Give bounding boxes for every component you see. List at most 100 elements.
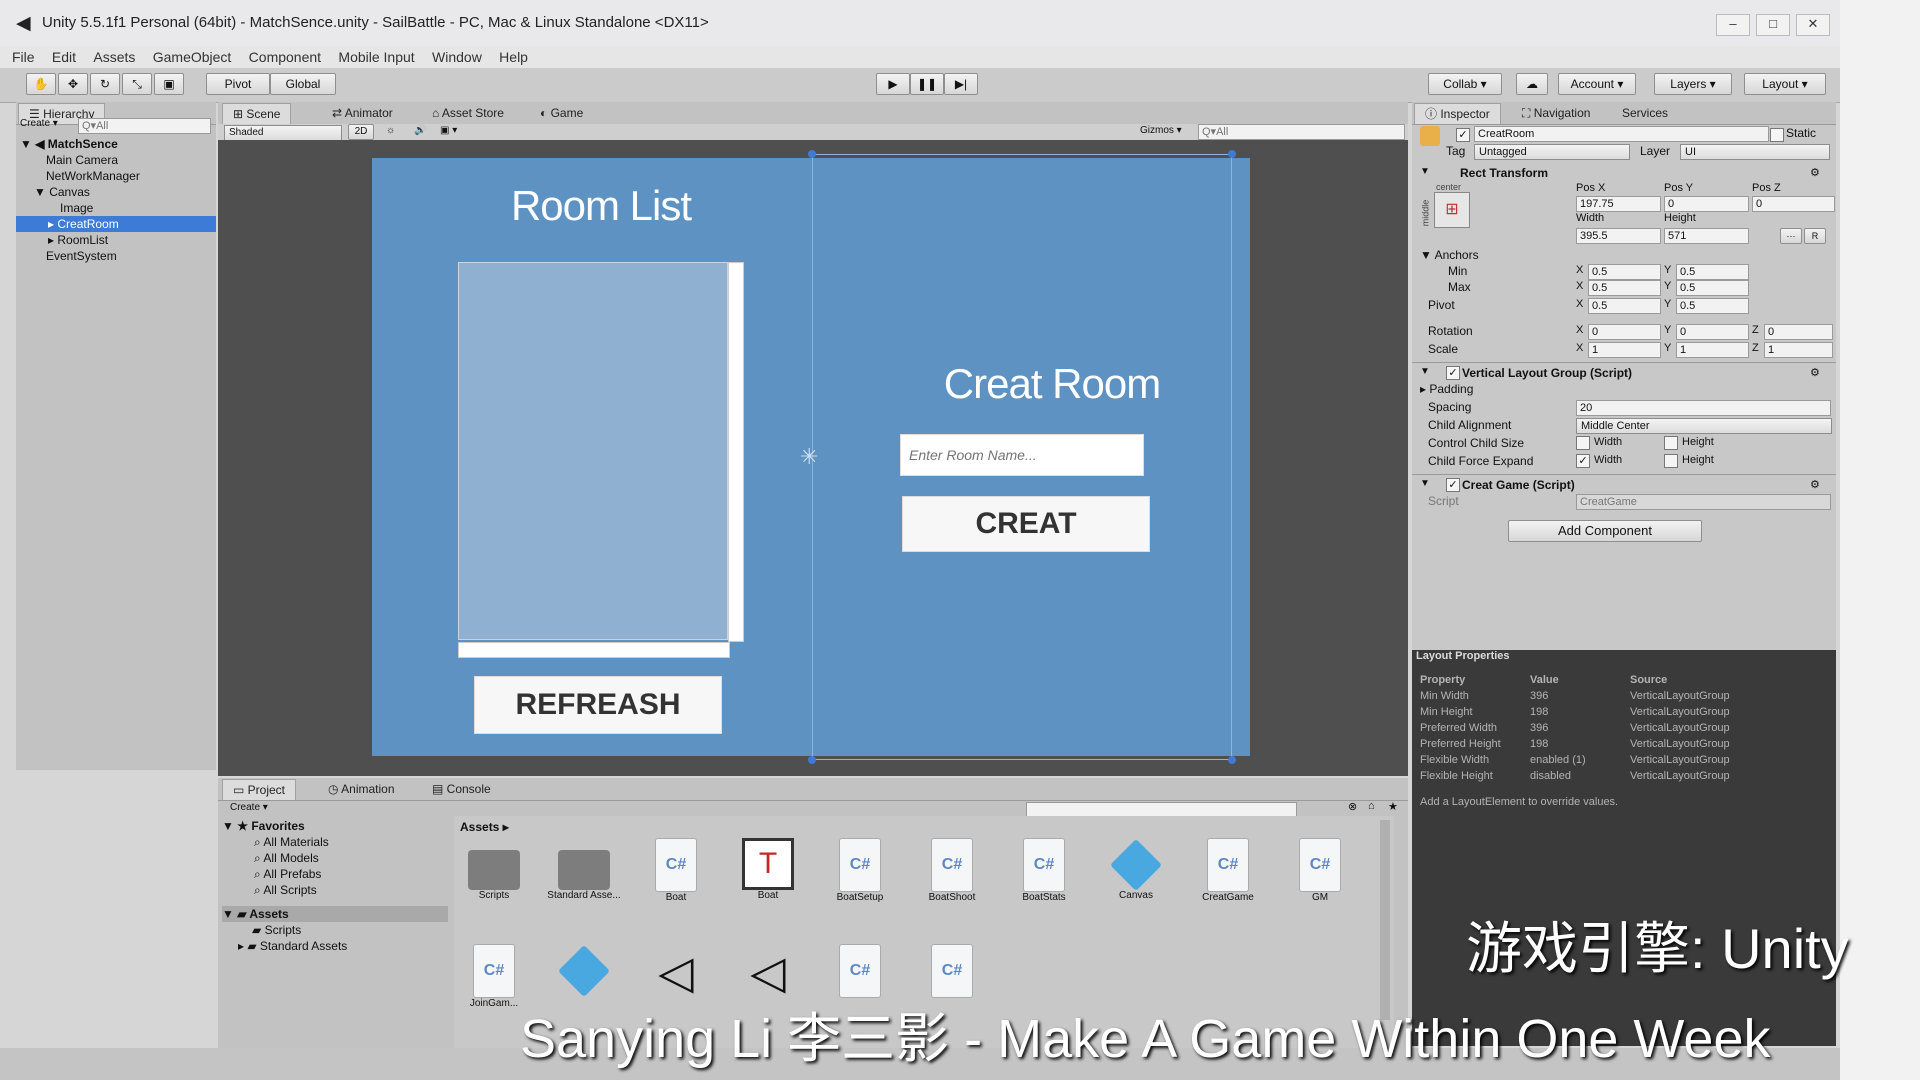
favorite-item[interactable]: ⌕ All Prefabs xyxy=(254,866,321,882)
menu-window[interactable]: Window xyxy=(432,46,482,68)
move-tool-icon[interactable]: ✥ xyxy=(58,73,88,95)
room-list-scrollview[interactable] xyxy=(458,262,728,640)
rotation-z-field[interactable]: 0 xyxy=(1764,324,1833,340)
rotation-y-field[interactable]: 0 xyxy=(1676,324,1749,340)
hier-item-main-camera[interactable]: Main Camera xyxy=(46,152,118,168)
shading-dropdown[interactable]: Shaded xyxy=(224,125,342,141)
raw-edit-button[interactable]: R xyxy=(1804,228,1826,244)
menu-component[interactable]: Component xyxy=(249,46,321,68)
favorite-item[interactable]: ⌕ All Scripts xyxy=(254,882,317,898)
pos-y-field[interactable]: 0 xyxy=(1664,196,1749,212)
blueprint-mode-button[interactable]: ⋯ xyxy=(1780,228,1802,244)
project-create-button[interactable]: Create ▾ xyxy=(230,802,268,813)
asset-item[interactable]: ◁ xyxy=(728,944,808,1000)
filter-by-type-icon[interactable]: ⊗ xyxy=(1348,800,1357,813)
close-button[interactable]: ✕ xyxy=(1796,14,1830,36)
tab-scene[interactable]: ⊞ Scene xyxy=(222,103,292,124)
object-name-field[interactable]: CreatRoom xyxy=(1474,126,1769,142)
filter-by-label-icon[interactable]: ⌂ xyxy=(1368,800,1375,812)
menu-help[interactable]: Help xyxy=(499,46,528,68)
rect-tool-icon[interactable]: ▣ xyxy=(154,73,184,95)
anchor-min-y-field[interactable]: 0.5 xyxy=(1676,264,1749,280)
hier-item-eventsystem[interactable]: EventSystem xyxy=(46,248,117,264)
favorite-item[interactable]: ⌕ All Materials xyxy=(254,834,329,850)
favorite-search-icon[interactable]: ★ xyxy=(1388,800,1398,813)
mode-2d-toggle[interactable]: 2D xyxy=(348,124,374,140)
minimize-button[interactable]: – xyxy=(1716,14,1750,36)
cloud-icon[interactable]: ☁ xyxy=(1516,73,1548,95)
asset-breadcrumb[interactable]: Assets ▸ xyxy=(460,820,509,834)
pos-z-field[interactable]: 0 xyxy=(1752,196,1835,212)
hierarchy-search-input[interactable] xyxy=(78,118,211,134)
add-component-button[interactable]: Add Component xyxy=(1508,520,1702,542)
pos-x-field[interactable]: 197.75 xyxy=(1576,196,1661,212)
tab-animation[interactable]: ◷ Animation xyxy=(318,779,405,799)
asset-item[interactable]: Canvas xyxy=(1096,838,1176,901)
step-button[interactable]: ▶| xyxy=(944,73,978,95)
assets-root-folder[interactable]: ▼ ▰ Assets xyxy=(222,906,448,922)
audio-icon[interactable]: 🔊 xyxy=(414,125,426,136)
spacing-field[interactable]: 20 xyxy=(1576,400,1831,416)
creatgame-foldout-icon[interactable]: ▼ xyxy=(1420,478,1430,489)
height-field[interactable]: 571 xyxy=(1664,228,1749,244)
asset-item[interactable]: C# GM xyxy=(1280,838,1360,903)
rotation-x-field[interactable]: 0 xyxy=(1588,324,1661,340)
menu-gameobject[interactable]: GameObject xyxy=(153,46,232,68)
selection-handle-bottom-left[interactable] xyxy=(808,756,816,764)
asset-item[interactable]: T Boat xyxy=(728,838,808,901)
pivot-toggle[interactable]: Pivot xyxy=(206,73,270,95)
tab-navigation[interactable]: ⛶ Navigation xyxy=(1512,103,1600,123)
pivot-x-field[interactable]: 0.5 xyxy=(1588,298,1661,314)
asset-item[interactable]: Standard Asse... xyxy=(544,838,624,901)
creatgame-enabled-checkbox[interactable]: ✓ xyxy=(1446,478,1460,492)
pivot-y-field[interactable]: 0.5 xyxy=(1676,298,1749,314)
pause-button[interactable]: ❚❚ xyxy=(910,73,944,95)
tab-game[interactable]: ◐ Game xyxy=(530,103,593,123)
asset-item[interactable]: C# CreatGame xyxy=(1188,838,1268,903)
account-dropdown[interactable]: Account ▾ xyxy=(1558,73,1636,95)
vlg-enabled-checkbox[interactable]: ✓ xyxy=(1446,366,1460,380)
refresh-button[interactable]: REFREASH xyxy=(474,676,722,734)
scale-z-field[interactable]: 1 xyxy=(1764,342,1833,358)
asset-item[interactable]: C# Boat xyxy=(636,838,716,903)
folder-item[interactable]: ▸ ▰ Standard Assets xyxy=(238,938,347,954)
tab-console[interactable]: ▤ Console xyxy=(422,779,501,799)
anchor-min-x-field[interactable]: 0.5 xyxy=(1588,264,1661,280)
anchor-max-x-field[interactable]: 0.5 xyxy=(1588,280,1661,296)
asset-item[interactable] xyxy=(544,944,624,998)
child-alignment-dropdown[interactable]: Middle Center xyxy=(1576,418,1832,434)
tag-dropdown[interactable]: Untagged xyxy=(1474,144,1630,160)
gizmos-dropdown[interactable]: Gizmos ▾ xyxy=(1140,125,1182,136)
vlg-settings-icon[interactable]: ⚙ xyxy=(1810,366,1820,379)
folder-item[interactable]: ▰ Scripts xyxy=(252,922,301,938)
collab-dropdown[interactable]: Collab ▾ xyxy=(1428,73,1502,95)
asset-item[interactable]: C# xyxy=(820,944,900,998)
anchor-presets-icon[interactable]: ⊞ xyxy=(1434,192,1470,228)
vlg-header[interactable]: Vertical Layout Group (Script) xyxy=(1462,366,1632,380)
menu-assets[interactable]: Assets xyxy=(93,46,135,68)
scene-viewport[interactable]: Room List REFREASH ✳ Creat Room CREAT xyxy=(218,140,1408,776)
tab-asset-store[interactable]: ⌂ Asset Store xyxy=(422,103,514,123)
layout-properties-title[interactable]: Layout Properties xyxy=(1416,650,1510,662)
rotate-tool-icon[interactable]: ↻ xyxy=(90,73,120,95)
favorite-item[interactable]: ⌕ All Models xyxy=(254,850,319,866)
control-height-checkbox[interactable] xyxy=(1664,436,1678,450)
hier-item-image[interactable]: Image xyxy=(60,200,93,216)
selection-handle-top-left[interactable] xyxy=(808,150,816,158)
favorites-foldout[interactable]: ▼ ★ Favorites xyxy=(222,818,305,834)
effects-icon[interactable]: ▣ ▾ xyxy=(440,125,457,136)
asset-grid-scrollbar[interactable] xyxy=(1380,820,1390,1020)
maximize-button[interactable]: □ xyxy=(1756,14,1790,36)
creatgame-settings-icon[interactable]: ⚙ xyxy=(1810,478,1820,491)
selection-handle-bottom-right[interactable] xyxy=(1228,756,1236,764)
scene-search-input[interactable] xyxy=(1198,124,1405,140)
active-checkbox[interactable]: ✓ xyxy=(1456,128,1470,142)
selection-handle-top-right[interactable] xyxy=(1228,150,1236,158)
hier-item-roomlist[interactable]: ▸ RoomList xyxy=(48,232,108,248)
asset-item[interactable]: C# BoatStats xyxy=(1004,838,1084,903)
global-toggle[interactable]: Global xyxy=(270,73,336,95)
menu-mobile-input[interactable]: Mobile Input xyxy=(338,46,414,68)
scale-y-field[interactable]: 1 xyxy=(1676,342,1749,358)
hand-tool-icon[interactable]: ✋ xyxy=(26,73,56,95)
asset-item[interactable]: C# xyxy=(912,944,992,998)
